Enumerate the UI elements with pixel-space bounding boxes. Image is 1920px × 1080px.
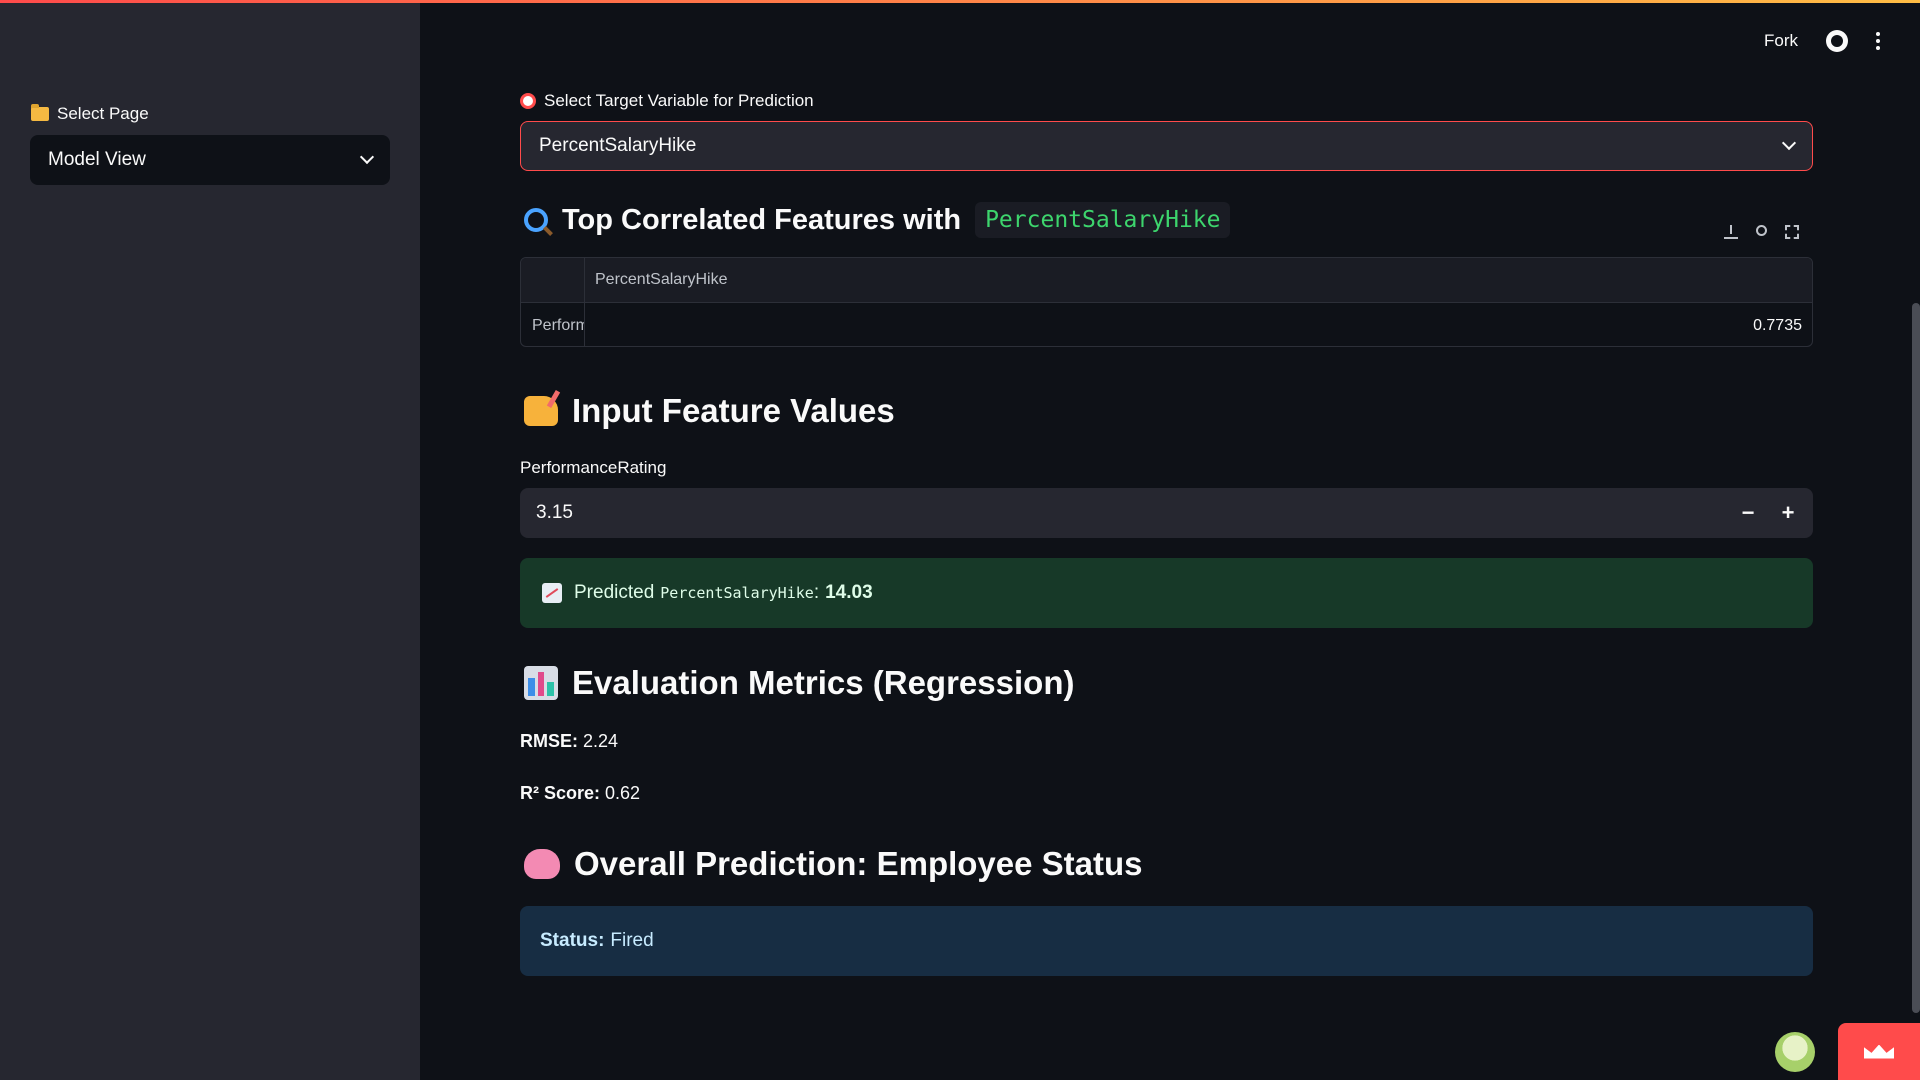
prediction-prefix: Predicted: [574, 582, 655, 603]
app-header: Fork: [1764, 30, 1880, 52]
performance-rating-label: PerformanceRating: [520, 458, 667, 477]
quantity-stepper: − +: [1731, 496, 1805, 530]
select-page-label: Select Page: [31, 104, 149, 124]
sidebar: Select Page Model View: [0, 0, 420, 1080]
target-variable-label-text: Select Target Variable for Prediction: [544, 91, 814, 110]
status-value: Fired: [610, 930, 654, 951]
table-index-header: [521, 258, 585, 303]
folder-icon: [31, 104, 49, 121]
prediction-separator: :: [813, 582, 820, 603]
writing-hand-icon: [524, 396, 558, 426]
bar-chart-icon: [524, 666, 558, 700]
prediction-result: Predicted PercentSalaryHike: 14.03: [520, 558, 1813, 628]
main-menu-icon[interactable]: [1876, 32, 1880, 50]
correlation-heading-text: Top Correlated Features with: [562, 203, 962, 236]
rmse-label: RMSE:: [520, 731, 578, 751]
dataframe-toolbar: [1724, 225, 1799, 239]
prediction-value: 14.03: [825, 582, 873, 603]
crown-icon: [1864, 1044, 1894, 1059]
employee-status-box: Status: Fired: [520, 906, 1813, 976]
rmse-metric: RMSE: 2.24: [520, 731, 618, 752]
target-icon: [520, 93, 536, 109]
chevron-down-icon: [1781, 135, 1797, 151]
performance-rating-input[interactable]: 3.15 − +: [520, 488, 1813, 538]
avatar[interactable]: [1775, 1032, 1815, 1072]
page-select[interactable]: Model View: [30, 135, 390, 185]
metrics-heading-text: Evaluation Metrics (Regression): [572, 664, 1075, 701]
magnifier-icon: [524, 208, 548, 232]
streamlit-badge[interactable]: [1838, 1023, 1920, 1080]
performance-rating-value[interactable]: 3.15: [536, 502, 573, 524]
decrement-button[interactable]: −: [1731, 496, 1765, 530]
prediction-target-code: PercentSalaryHike: [660, 584, 814, 602]
chevron-down-icon: [359, 149, 375, 165]
download-icon[interactable]: [1724, 225, 1738, 239]
target-variable-label: Select Target Variable for Prediction: [520, 91, 814, 111]
metrics-heading: Evaluation Metrics (Regression): [524, 664, 1074, 702]
input-features-heading: Input Feature Values: [524, 392, 895, 430]
increment-button[interactable]: +: [1771, 496, 1805, 530]
table-cell[interactable]: 0.7735: [585, 317, 1812, 335]
correlation-target-code: PercentSalaryHike: [975, 202, 1231, 238]
overall-prediction-heading-text: Overall Prediction: Employee Status: [574, 845, 1143, 882]
select-page-label-text: Select Page: [57, 104, 149, 123]
table-row-index: PerformanceRating: [521, 303, 585, 346]
input-features-heading-text: Input Feature Values: [572, 392, 895, 429]
rmse-value: 2.24: [583, 731, 619, 751]
correlation-heading: Top Correlated Features with PercentSala…: [524, 202, 1231, 238]
r2-value: 0.62: [605, 783, 641, 803]
status-label: Status:: [540, 930, 605, 951]
scrollbar-thumb[interactable]: [1912, 303, 1920, 1013]
target-variable-select[interactable]: PercentSalaryHike: [520, 121, 1813, 171]
github-icon[interactable]: [1826, 30, 1848, 52]
fullscreen-icon[interactable]: [1785, 225, 1799, 239]
r2-metric: R² Score: 0.62: [520, 783, 640, 804]
table-header-row: PercentSalaryHike: [521, 258, 1812, 303]
overall-prediction-heading: Overall Prediction: Employee Status: [524, 845, 1143, 883]
target-variable-value: PercentSalaryHike: [539, 135, 697, 156]
fork-button[interactable]: Fork: [1764, 31, 1798, 51]
correlation-table[interactable]: PercentSalaryHike PerformanceRating 0.77…: [520, 257, 1813, 347]
search-icon[interactable]: [1756, 225, 1767, 236]
top-decoration-bar: [0, 0, 1920, 3]
table-row: PerformanceRating 0.7735: [521, 303, 1812, 346]
chart-increasing-icon: [542, 583, 562, 603]
r2-label: R² Score:: [520, 783, 601, 803]
table-column-header[interactable]: PercentSalaryHike: [585, 271, 1812, 289]
page-select-value: Model View: [48, 149, 146, 170]
brain-icon: [524, 849, 560, 879]
